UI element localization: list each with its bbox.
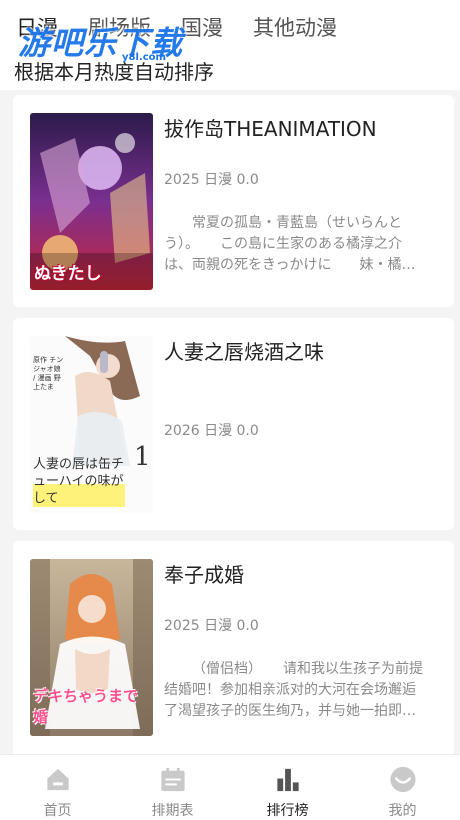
cover-volume: 1 <box>134 442 151 472</box>
nav-label: 我的 <box>388 803 417 819</box>
anime-meta: 2025 日漫 0.0 <box>164 618 259 634</box>
nav-label: 排行榜 <box>266 803 309 819</box>
cover-title: デキちゃうまで婚 <box>33 687 139 726</box>
bottom-nav: 首页 排期表 排行榜 我的 <box>0 754 460 820</box>
anime-card[interactable]: ぬきたし 拔作岛THEANIMATION 2025 日漫 0.0 常夏の孤島・青… <box>13 95 454 307</box>
anime-title: 人妻之唇烧酒之味 <box>164 340 324 364</box>
tab-other[interactable]: 其他动漫 <box>253 12 337 42</box>
bar-chart-icon <box>276 768 299 792</box>
cover-image: 原作 チンジャオ娘 / 漫画 野上たま 人妻の唇は缶チューハイの味がして 1 <box>30 336 153 513</box>
anime-description: （僧侣档） 请和我以生孩子为前提结婚吧！参加相亲派对的大河在会场邂逅了渴望孩子的… <box>164 661 423 719</box>
nav-label: 首页 <box>43 803 72 819</box>
anime-title: 奉子成婚 <box>164 563 244 587</box>
anime-title: 拔作岛THEANIMATION <box>164 117 377 141</box>
anime-card[interactable]: デキちゃうまで婚 奉子成婚 2025 日漫 0.0 （僧侣档） 请和我以生孩子为… <box>13 541 454 761</box>
home-icon <box>46 768 69 791</box>
nav-profile[interactable]: 我的 <box>345 755 460 820</box>
anime-card[interactable]: 原作 チンジャオ娘 / 漫画 野上たま 人妻の唇は缶チューハイの味がして 1 人… <box>13 318 454 530</box>
cover-title: ぬきたし <box>34 264 102 284</box>
page-subtitle: 根据本月热度自动排序 <box>14 60 214 84</box>
cover-image: ぬきたし <box>30 113 153 290</box>
top-bar: 日漫 剧场版 国漫 其他动漫 游吧乐下载 y8l.com 根据本月热度自动排序 <box>0 0 460 90</box>
tab-guoman[interactable]: 国漫 <box>181 12 223 42</box>
profile-icon <box>389 766 416 793</box>
anime-description: 常夏の孤島・青藍島（せいらんとう）。 この島に生家のある橘淳之介は、両親の死をき… <box>164 215 416 273</box>
anime-meta: 2026 日漫 0.0 <box>164 423 259 439</box>
cover-image: デキちゃうまで婚 <box>30 559 153 736</box>
anime-meta: 2025 日漫 0.0 <box>164 172 259 188</box>
calendar-icon <box>160 767 185 792</box>
nav-home[interactable]: 首页 <box>0 755 115 820</box>
nav-ranking[interactable]: 排行榜 <box>230 755 345 820</box>
nav-label: 排期表 <box>151 803 194 819</box>
cover-title: 人妻の唇は缶チューハイの味がして <box>33 456 125 507</box>
cover-author: 原作 チンジャオ娘 / 漫画 野上たま <box>33 356 64 391</box>
nav-schedule[interactable]: 排期表 <box>115 755 230 820</box>
